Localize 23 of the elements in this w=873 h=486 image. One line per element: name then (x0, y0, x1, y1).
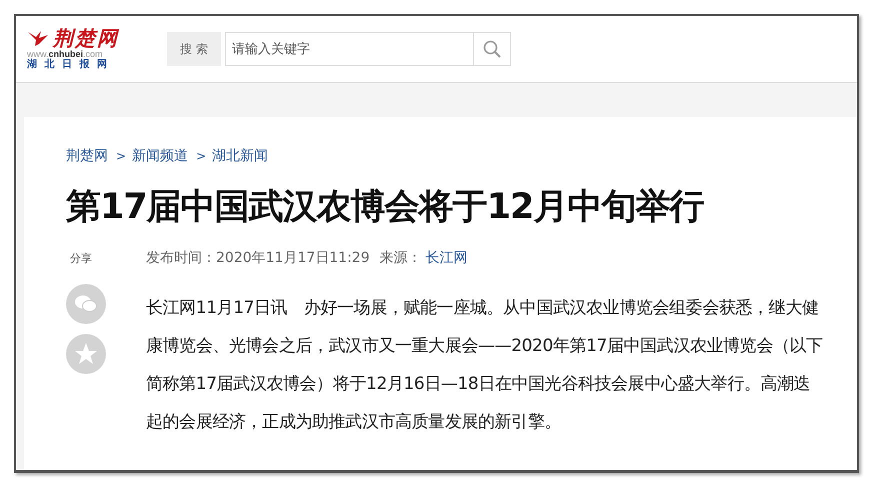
breadcrumb-link[interactable]: 湖北新闻 (212, 147, 268, 165)
chat-bubbles-icon (74, 294, 98, 314)
search-icon (483, 40, 501, 58)
article-title: 第17届中国武汉农博会将于12月中旬举行 (66, 186, 705, 229)
breadcrumb-separator: > (116, 149, 126, 163)
bird-logo-icon (27, 29, 49, 47)
logo-domain: www.cnhubei.com (27, 49, 104, 59)
source-link[interactable]: 长江网 (426, 250, 468, 266)
publish-time: 发布时间：2020年11月17日11:29 (146, 250, 370, 266)
star-icon (74, 342, 98, 366)
share-label: 分享 (70, 251, 92, 266)
source-label: 来源： (380, 250, 422, 266)
search-button[interactable] (473, 32, 511, 66)
breadcrumb-link[interactable]: 新闻频道 (132, 147, 188, 165)
chat-share-button[interactable] (66, 284, 106, 324)
logo-subtitle: 湖 北 日 报 网 (27, 59, 110, 71)
search-label: 搜 索 (167, 32, 221, 66)
star-share-button[interactable] (66, 334, 106, 374)
breadcrumb-link[interactable]: 荆楚网 (66, 147, 108, 165)
search-field[interactable]: 请输入关键字 (225, 32, 473, 66)
article-paragraph: 长江网11月17日讯 办好一场展，赋能一座城。从中国武汉农业博览会组委会获悉，继大健康博览会、光博会之后，武汉市又一重大展会——2020年第17届中国武汉农业博览会（以下简称第17届武汉农博会）将于12月16日—18日在中国光谷科技会展中心盛大举行。高潮迭起的会展经济，正成为助推武汉市高质量发展的新引擎。 (146, 297, 824, 434)
logo-text: 荆楚网 (53, 27, 119, 49)
breadcrumb-separator: > (196, 149, 206, 163)
